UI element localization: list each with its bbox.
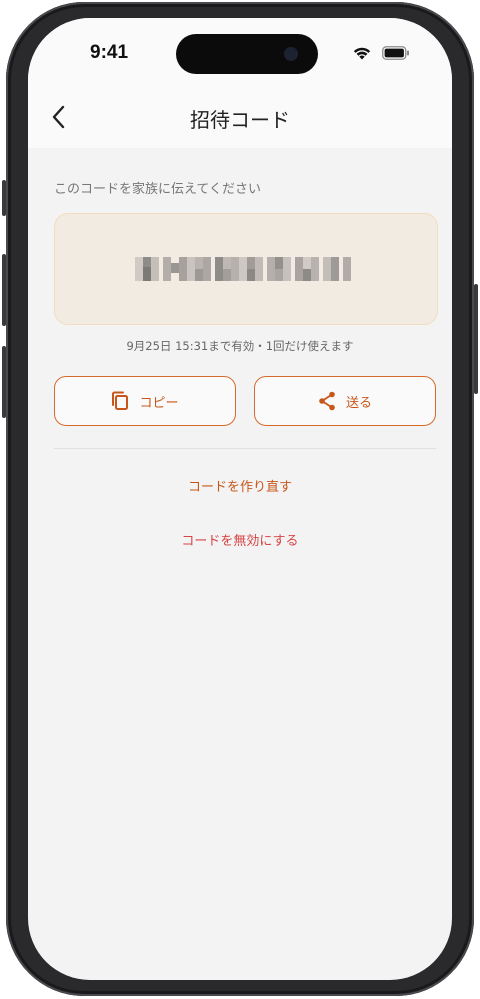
pixelated-code-image [135, 257, 351, 281]
invite-code-box [54, 213, 438, 325]
volume-up-button [2, 254, 6, 326]
send-button-label: 送る [345, 395, 372, 411]
power-button [474, 284, 478, 394]
screen: 9:41 招待コード このコードを家族に伝えてください 9月25日 15:31ま… [28, 18, 452, 980]
instruction-text: このコードを家族に伝えてください [54, 182, 261, 197]
dynamic-island [176, 34, 318, 74]
send-button[interactable]: 送る [254, 376, 436, 426]
volume-down-button [2, 346, 6, 418]
battery-icon [382, 46, 409, 60]
regenerate-code-link[interactable]: コードを作り直す [28, 476, 452, 495]
phone-frame: 9:41 招待コード このコードを家族に伝えてください 9月25日 15:31ま… [2, 2, 478, 996]
action-button [2, 180, 6, 216]
copy-button-label: コピー [139, 395, 179, 411]
navigation-bar: 招待コード [28, 90, 452, 148]
status-icons [352, 45, 410, 61]
divider [54, 448, 436, 449]
copy-icon [112, 391, 129, 410]
status-bar: 9:41 [28, 18, 452, 90]
page-title: 招待コード [190, 108, 290, 132]
copy-button[interactable]: コピー [54, 376, 236, 426]
share-icon [319, 391, 335, 411]
home-indicator [173, 965, 307, 970]
expiry-text: 9月25日 15:31まで有効・1回だけ使えます [126, 339, 354, 353]
wifi-icon [353, 47, 371, 59]
camera-icon [284, 47, 298, 61]
code-redacted-blur [135, 251, 357, 287]
status-time: 9:41 [90, 42, 129, 63]
invalidate-code-link[interactable]: コードを無効にする [28, 530, 452, 549]
